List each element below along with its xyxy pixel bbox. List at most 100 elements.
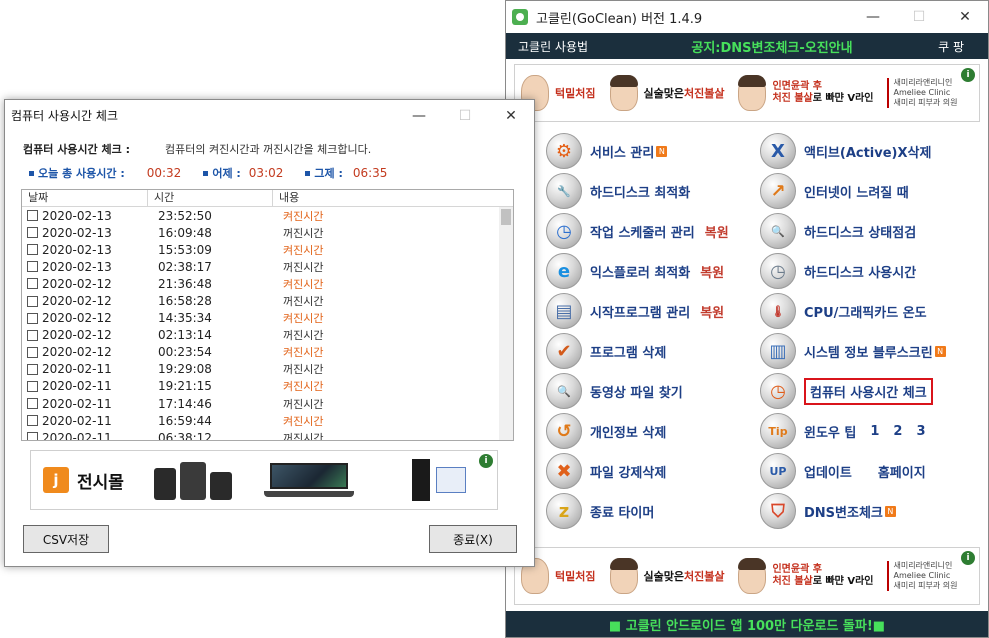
menu-item-14[interactable]: 🌡 CPU/그래픽카드 온도 xyxy=(760,291,927,331)
menu-item-2[interactable]: ◷ 작업 스케줄러 관리 복원 xyxy=(546,211,729,251)
table-row[interactable]: 2020-02-12 00:23:54 켜진시간 xyxy=(22,344,500,361)
menu-item-label: 하드디스크 상태점검 xyxy=(804,225,917,241)
windows-tip-2-link[interactable]: 2 xyxy=(893,424,902,439)
list-rows: 2020-02-13 23:52:50 켜진시간 2020-02-13 16:09:48… xyxy=(22,207,500,440)
row-date: 2020-02-12 xyxy=(42,345,112,360)
row-checkbox[interactable] xyxy=(27,278,38,290)
row-checkbox[interactable] xyxy=(27,363,38,375)
menu-notice-link[interactable]: 공지:DNS변조체크-오진안내 xyxy=(648,37,896,56)
row-date: 2020-02-11 xyxy=(42,413,112,428)
row-date: 2020-02-12 xyxy=(42,276,112,291)
table-row[interactable]: 2020-02-13 16:09:48 꺼진시간 xyxy=(22,224,500,241)
menu-item-label: DNS변조체크 xyxy=(804,505,883,521)
menu-item-6[interactable]: 🔍 동영상 파일 찾기 xyxy=(546,371,683,411)
csv-save-button[interactable]: CSV저장 xyxy=(23,525,109,553)
menu-item-4[interactable]: ▤ 시작프로그램 관리 복원 xyxy=(546,291,724,331)
table-row[interactable]: 2020-02-13 23:52:50 켜진시간 xyxy=(22,207,500,224)
row-checkbox[interactable] xyxy=(27,312,38,324)
exit-button[interactable]: 종료(X) xyxy=(429,525,517,553)
column-time[interactable]: 시간 xyxy=(148,190,273,206)
row-checkbox[interactable] xyxy=(27,244,38,256)
table-row[interactable]: 2020-02-13 02:38:17 꺼진시간 xyxy=(22,258,500,275)
menu-item-16[interactable]: ◷ 컴퓨터 사용시간 체크 xyxy=(760,371,933,411)
row-checkbox[interactable] xyxy=(27,346,38,358)
menu-goclean-guide[interactable]: 고클린 사용법 xyxy=(518,38,648,55)
menu-item-13[interactable]: ◷ 하드디스크 사용시간 xyxy=(760,251,916,291)
menu-item-11[interactable]: ↗ 인터넷이 느려질 때 xyxy=(760,171,909,211)
ad-info-icon[interactable]: i xyxy=(961,68,975,82)
restore-link[interactable]: 복원 xyxy=(705,222,729,241)
row-checkbox[interactable] xyxy=(27,295,38,307)
table-row[interactable]: 2020-02-11 19:29:08 꺼진시간 xyxy=(22,361,500,378)
coffee-machine-image-icon xyxy=(153,460,234,500)
table-row[interactable]: 2020-02-12 21:36:48 켜진시간 xyxy=(22,275,500,292)
menu-item-15[interactable]: ▥ 시스템 정보 블루스크린 N xyxy=(760,331,946,371)
menu-coupang-link[interactable]: 쿠 팡 xyxy=(896,38,976,55)
menu-item-10[interactable]: X 액티브(Active)X삭제 xyxy=(760,131,931,171)
row-state: 꺼진시간 xyxy=(283,397,324,411)
close-button[interactable]: ✕ xyxy=(488,100,534,132)
icon-glyph: z xyxy=(558,500,570,522)
icon-glyph: ◷ xyxy=(770,260,786,282)
table-row[interactable]: 2020-02-11 19:21:15 켜진시간 xyxy=(22,378,500,395)
clock-icon: ◷ xyxy=(760,373,796,409)
windows-tip-1-link[interactable]: 1 xyxy=(870,424,879,439)
table-row[interactable]: 2020-02-12 14:35:34 켜진시간 xyxy=(22,310,500,327)
menu-item-19[interactable]: ⛉ DNS변조체크 N xyxy=(760,491,896,531)
android-app-banner[interactable]: ■ 고클린 안드로이드 앱 100만 다운로드 돌파!■ xyxy=(506,611,988,637)
column-content[interactable]: 내용 xyxy=(273,190,500,206)
row-checkbox[interactable] xyxy=(27,261,38,273)
ad-info-icon[interactable]: i xyxy=(479,454,493,468)
row-checkbox[interactable] xyxy=(27,329,38,341)
usage-title-bar[interactable]: 컴퓨터 사용시간 체크 — ☐ ✕ xyxy=(5,100,534,131)
table-row[interactable]: 2020-02-11 16:59:44 켜진시간 xyxy=(22,412,500,429)
list-scrollbar[interactable] xyxy=(499,207,513,440)
minimize-button[interactable]: — xyxy=(850,1,896,33)
row-date: 2020-02-11 xyxy=(42,379,112,394)
icon-glyph: ↗ xyxy=(770,180,786,202)
row-checkbox[interactable] xyxy=(27,380,38,392)
table-row[interactable]: 2020-02-11 06:38:12 꺼진시간 xyxy=(22,429,500,440)
menu-item-12[interactable]: 🔍 하드디스크 상태점검 xyxy=(760,211,916,251)
icon-glyph: 🔍 xyxy=(557,384,571,398)
row-state: 켜진시간 xyxy=(283,277,324,291)
menu-item-9[interactable]: z 종료 타이머 xyxy=(546,491,654,531)
column-date[interactable]: 날짜 xyxy=(22,190,148,206)
menu-item-5[interactable]: ✔ 프로그램 삭제 xyxy=(546,331,666,371)
top-ad-banner[interactable]: 턱밑 처짐 실술맞은 처진볼살 인면윤곽 후 처진 볼살로 빠먄 V라인 새미리라… xyxy=(514,64,980,122)
bottom-ad-banner[interactable]: 턱밑 처짐 실술맞은 처진볼살 인면윤곽 후 처진 볼살로 빠먄 V라인 새미리라… xyxy=(514,547,980,605)
menu-item-label: 파일 강제삭제 xyxy=(590,465,667,481)
usage-log-list[interactable]: 날짜 시간 내용 2020-02-13 23:52:50 켜진시간 2020-02-1… xyxy=(21,189,514,441)
menu-item-7[interactable]: ↺ 개인정보 삭제 xyxy=(546,411,666,451)
row-checkbox[interactable] xyxy=(27,210,38,222)
close-button[interactable]: ✕ xyxy=(942,1,988,33)
windows-tip-3-link[interactable]: 3 xyxy=(916,424,925,439)
row-checkbox[interactable] xyxy=(27,415,38,427)
menu-item-18[interactable]: UP 업데이트 홈페이지 xyxy=(760,451,926,491)
jeonsimall-ad-banner[interactable]: j 전시몰 i xyxy=(30,450,498,510)
minimize-button[interactable]: — xyxy=(396,100,442,132)
restore-link[interactable]: 복원 xyxy=(700,302,724,321)
main-title-bar[interactable]: 고클린(GoClean) 버전 1.4.9 — ☐ ✕ xyxy=(506,1,988,33)
goclean-logo-icon xyxy=(512,9,528,25)
restore-link[interactable]: 복원 xyxy=(700,262,724,281)
homepage-link[interactable]: 홈페이지 xyxy=(878,462,926,481)
table-row[interactable]: 2020-02-12 02:13:14 꺼진시간 xyxy=(22,327,500,344)
ie-icon: e xyxy=(546,253,582,289)
scrollbar-thumb[interactable] xyxy=(501,209,511,225)
table-row[interactable]: 2020-02-12 16:58:28 꺼진시간 xyxy=(22,292,500,309)
row-checkbox[interactable] xyxy=(27,432,38,440)
table-row[interactable]: 2020-02-11 17:14:46 꺼진시간 xyxy=(22,395,500,412)
menu-item-8[interactable]: ✖ 파일 강제삭제 xyxy=(546,451,666,491)
row-checkbox[interactable] xyxy=(27,227,38,239)
ad-info-icon[interactable]: i xyxy=(961,551,975,565)
menu-item-3[interactable]: e 익스플로러 최적화 복원 xyxy=(546,251,724,291)
table-row[interactable]: 2020-02-13 15:53:09 켜진시간 xyxy=(22,241,500,258)
row-state: 꺼진시간 xyxy=(283,260,324,274)
menu-item-0[interactable]: ⚙ 서비스 관리 N xyxy=(546,131,668,171)
menu-item-17[interactable]: Tip 윈도우 팁 123 xyxy=(760,411,926,451)
menu-item-label: 시작프로그램 관리 xyxy=(590,305,691,321)
row-checkbox[interactable] xyxy=(27,398,38,410)
menu-item-1[interactable]: 🔧 하드디스크 최적화 xyxy=(546,171,690,211)
magnifier-icon: 🔍 xyxy=(546,373,582,409)
